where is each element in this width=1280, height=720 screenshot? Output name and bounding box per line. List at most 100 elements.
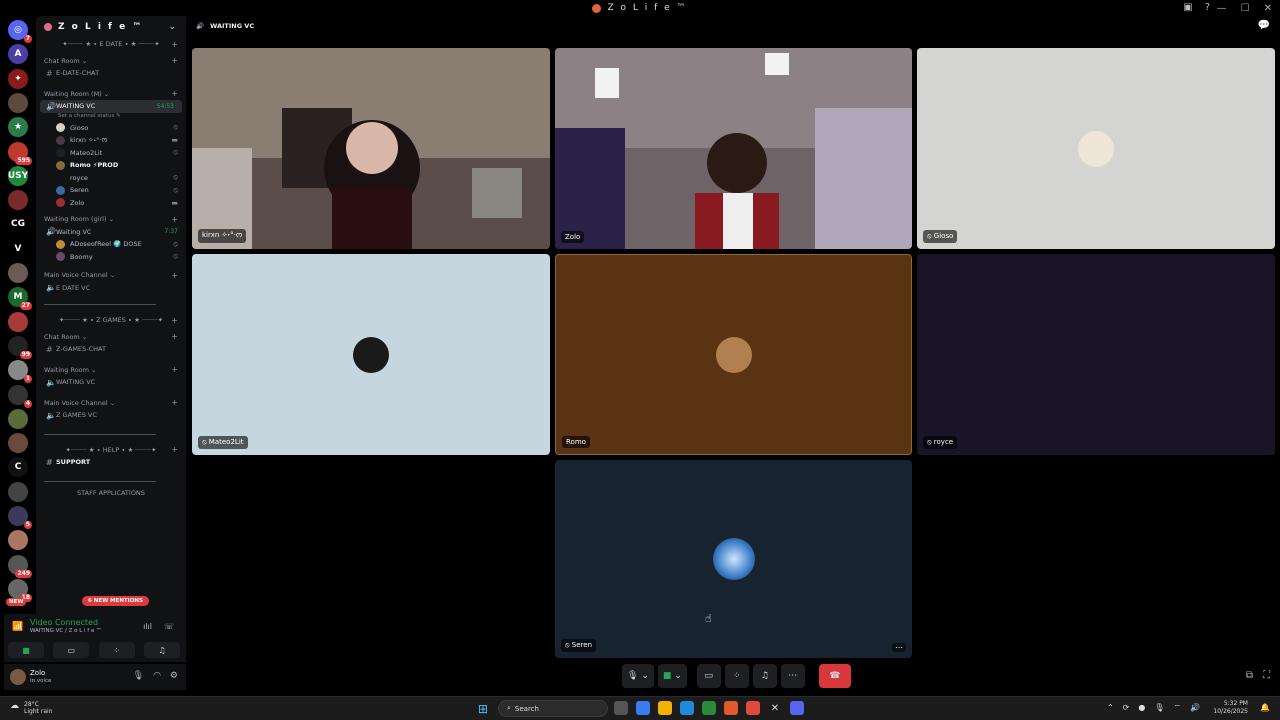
avatar[interactable]	[10, 669, 26, 685]
channel-edate-vc[interactable]: 🔈 E DATE VC	[36, 282, 186, 295]
server-icon[interactable]: 249	[8, 554, 32, 578]
server-icon[interactable]: ◎ 7	[8, 20, 32, 43]
app-icon[interactable]	[724, 701, 738, 715]
channel-waiting-vc[interactable]: 🔊 WAITING VC 54:53	[40, 100, 182, 113]
maximize-button[interactable]: ☐	[1241, 3, 1250, 14]
soundboard-button[interactable]: ♫	[143, 642, 180, 658]
server-icon[interactable]: 5	[8, 506, 32, 529]
camera-button[interactable]: ■ ⌄	[657, 664, 687, 688]
taskbar-search[interactable]: ⌕ Search	[498, 700, 608, 717]
server-icon[interactable]	[8, 433, 28, 454]
chevron-up-icon[interactable]: ⌃	[1107, 703, 1114, 713]
notification-bell-icon[interactable]: 🔔	[1260, 703, 1270, 712]
new-mentions-badge[interactable]: 6 NEW MENTIONS	[82, 596, 149, 606]
wifi-icon[interactable]: ⌔	[1174, 703, 1182, 713]
soundboard-button[interactable]: ♫	[752, 664, 777, 688]
copilot-icon[interactable]	[636, 701, 650, 715]
leave-call-button[interactable]: ☎	[818, 664, 851, 688]
server-icon[interactable]: 1	[8, 360, 32, 384]
voice-user[interactable]: Mateo2Lit ⦸	[36, 147, 186, 160]
add-channel-icon[interactable]: +	[171, 56, 178, 65]
server-icon[interactable]: USY	[8, 165, 28, 186]
close-button[interactable]: ✕	[1264, 3, 1272, 14]
activities-button[interactable]: ⁘	[724, 664, 749, 688]
server-icon[interactable]	[8, 408, 28, 429]
add-channel-icon[interactable]: +	[171, 215, 178, 224]
server-icon[interactable]	[8, 92, 28, 113]
gear-icon[interactable]: ⚙	[170, 671, 178, 681]
server-icon[interactable]: C	[8, 457, 28, 478]
voice-user[interactable]: Seren ⦸	[36, 184, 186, 197]
popout-icon[interactable]: ⧉	[1246, 670, 1253, 681]
camera-button[interactable]: ■	[8, 642, 44, 658]
capcut-icon[interactable]: ✕	[768, 701, 782, 715]
server-icon[interactable]: CG	[8, 214, 28, 235]
server-icon[interactable]: 18	[8, 578, 32, 602]
category-waiting-room-m[interactable]: Waiting Room (M) ⌄ +	[36, 88, 186, 101]
headphones-icon[interactable]: ◠	[153, 671, 161, 681]
chevron-down-icon[interactable]: ⌄	[674, 671, 682, 681]
noise-suppression-icon[interactable]: ılıl	[143, 622, 152, 631]
server-icon[interactable]: M 27	[8, 287, 32, 311]
voice-user[interactable]: Zolo ▬	[36, 197, 186, 210]
video-tile[interactable]: Zolo	[555, 48, 912, 249]
chrome-icon[interactable]	[746, 701, 760, 715]
server-icon[interactable]	[8, 263, 28, 283]
category-waiting-room-2[interactable]: Waiting Room ⌄ +	[36, 364, 186, 377]
clock[interactable]: 5:32 PM 10/26/2025	[1213, 700, 1248, 716]
video-tile[interactable]: Romo	[555, 254, 912, 455]
voice-location[interactable]: WAITING VC / Z o L i f e ™	[30, 628, 102, 634]
help-icon[interactable]: ?	[1205, 2, 1210, 13]
voice-user[interactable]: Gioso ⦸	[36, 122, 186, 135]
channel-support[interactable]: # SUPPORT	[36, 456, 186, 469]
channel-zgames-chat[interactable]: # Z-GAMES-CHAT	[36, 343, 186, 356]
category-zgames[interactable]: ✦┈┈┈┈ ★ ∙ Z GAMES ∙ ★ ┈┈┈┈✦ +	[36, 314, 186, 327]
edge-icon[interactable]	[680, 701, 694, 715]
server-icon[interactable]: ★	[8, 117, 28, 138]
new-badge[interactable]: NEW	[6, 598, 27, 606]
category-waiting-room-girl[interactable]: Waiting Room (girl) ⌄ +	[36, 213, 186, 226]
add-channel-icon[interactable]: +	[171, 365, 178, 374]
windows-start-icon[interactable]: ⊞	[478, 702, 488, 716]
category-help[interactable]: ✦┈┈┈┈ ★ ∙ HELP ∙ ★ ┈┈┈┈✦ +	[36, 444, 186, 457]
server-header[interactable]: Z o L i f e ™ ⌄	[36, 16, 186, 38]
microphone-icon[interactable]: 🎙	[133, 671, 144, 681]
channel-edate-chat[interactable]: # E-DATE-CHAT	[36, 67, 186, 80]
add-channel-icon[interactable]: +	[171, 271, 178, 280]
video-tile[interactable]: ⦸ royce	[917, 254, 1275, 455]
minimize-button[interactable]: —	[1217, 3, 1227, 14]
server-icon[interactable]: A	[8, 44, 28, 65]
voice-user[interactable]: ADoseofReel 🌍 DOSE ⦸	[36, 238, 186, 251]
store-icon[interactable]	[702, 701, 716, 715]
channel-zgames-vc[interactable]: 🔈 Z GAMES VC	[36, 409, 186, 422]
voice-user[interactable]: Boomy ⦸	[36, 251, 186, 264]
category-chat-room-2[interactable]: Chat Room ⌄ +	[36, 331, 186, 344]
screen-share-button[interactable]: ▭	[696, 664, 721, 688]
discord-icon[interactable]	[790, 701, 804, 715]
add-channel-icon[interactable]: +	[171, 445, 178, 454]
server-icon[interactable]: V	[8, 238, 28, 259]
more-button[interactable]: ⋯	[780, 664, 805, 688]
video-tile[interactable]: ⦸ Mateo2Lit	[192, 254, 550, 455]
add-channel-icon[interactable]: +	[171, 332, 178, 341]
server-icon[interactable]	[8, 190, 28, 211]
category-chat-room[interactable]: Chat Room ⌄ +	[36, 55, 186, 68]
task-view-icon[interactable]	[614, 701, 628, 715]
weather-widget[interactable]: ☁ 28°C Light rain	[10, 701, 53, 715]
add-channel-icon[interactable]: +	[171, 316, 178, 325]
video-tile[interactable]: kirxn ✧˖°·ᰔ	[192, 48, 550, 249]
server-icon[interactable]: ✦	[8, 68, 28, 89]
category-staff[interactable]: STAFF APPLICATIONS	[36, 487, 186, 500]
sync-icon[interactable]: ⟳	[1123, 703, 1130, 713]
screen-share-button[interactable]: ▭	[53, 642, 90, 658]
server-icon[interactable]: 4	[8, 384, 32, 408]
chat-bubble-icon[interactable]: 💬	[1258, 20, 1270, 31]
microphone-icon[interactable]: 🎙	[1154, 703, 1164, 713]
inbox-icon[interactable]: ▣	[1183, 2, 1192, 13]
volume-icon[interactable]: 🔊	[1190, 703, 1200, 713]
category-main-voice[interactable]: Main Voice Channel ⌄ +	[36, 269, 186, 282]
voice-user[interactable]: kirxn ✧˖°·ᰔ ▬	[36, 134, 186, 147]
voice-status[interactable]: Video Connected	[30, 618, 98, 627]
fullscreen-icon[interactable]: ⛶	[1263, 670, 1270, 681]
app-tray-icon[interactable]: ●	[1138, 703, 1145, 713]
